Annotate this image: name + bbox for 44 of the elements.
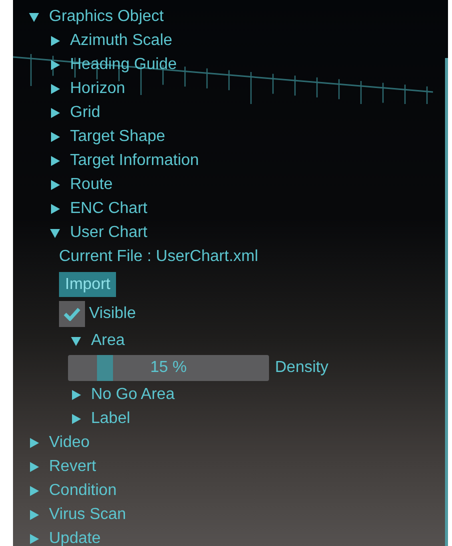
tree-item-label[interactable]: Azimuth Scale [70, 29, 172, 53]
tree-item-label[interactable]: Horizon [70, 77, 126, 101]
tree-item-label[interactable]: Video [49, 431, 90, 455]
tree-item-label[interactable]: Grid [70, 101, 100, 125]
caret-right-icon[interactable] [30, 486, 39, 496]
caret-right-icon[interactable] [51, 36, 60, 46]
caret-down-icon[interactable] [71, 336, 81, 346]
caret-right-icon[interactable] [51, 108, 60, 118]
tree-item-label[interactable]: Label [91, 407, 130, 431]
tree-item-label[interactable]: Condition [49, 479, 117, 503]
tree-item-label[interactable]: Route [70, 173, 113, 197]
current-file-text: Current File : UserChart.xml [59, 247, 258, 267]
caret-down-icon[interactable] [29, 12, 39, 22]
scrollbar[interactable] [445, 58, 448, 546]
slider-label: Density [275, 358, 328, 378]
tree-item-label[interactable]: Heading Guide [70, 53, 177, 77]
caret-right-icon[interactable] [30, 438, 39, 448]
tree-item-label[interactable]: Revert [49, 455, 96, 479]
tree-item-label[interactable]: No Go Area [91, 383, 175, 407]
caret-right-icon[interactable] [72, 414, 81, 424]
tree-item-label[interactable]: Update [49, 527, 101, 546]
caret-right-icon[interactable] [51, 204, 60, 214]
tree-item-label[interactable]: ENC Chart [70, 197, 148, 221]
tree-item-label[interactable]: Target Shape [70, 125, 166, 149]
tree-item-label[interactable]: Area [91, 329, 125, 353]
caret-right-icon[interactable] [51, 156, 60, 166]
tree-item-label[interactable]: Graphics Object [49, 5, 164, 29]
check-icon [63, 307, 81, 321]
caret-down-icon[interactable] [50, 228, 60, 238]
caret-right-icon[interactable] [51, 60, 60, 70]
checkbox-label: Visible [89, 304, 136, 324]
checkbox[interactable] [59, 301, 85, 327]
tree-item-label[interactable]: Target Information [70, 149, 199, 173]
caret-right-icon[interactable] [51, 180, 60, 190]
slider-thumb[interactable] [96, 355, 113, 381]
caret-right-icon[interactable] [30, 534, 39, 544]
caret-right-icon[interactable] [51, 132, 60, 142]
caret-right-icon[interactable] [51, 84, 60, 94]
caret-right-icon[interactable] [30, 462, 39, 472]
caret-right-icon[interactable] [30, 510, 39, 520]
slider-value: 15 % [150, 358, 187, 378]
tree-item-label[interactable]: Virus Scan [49, 503, 126, 527]
caret-right-icon[interactable] [72, 390, 81, 400]
tree-item-label[interactable]: User Chart [70, 221, 148, 245]
